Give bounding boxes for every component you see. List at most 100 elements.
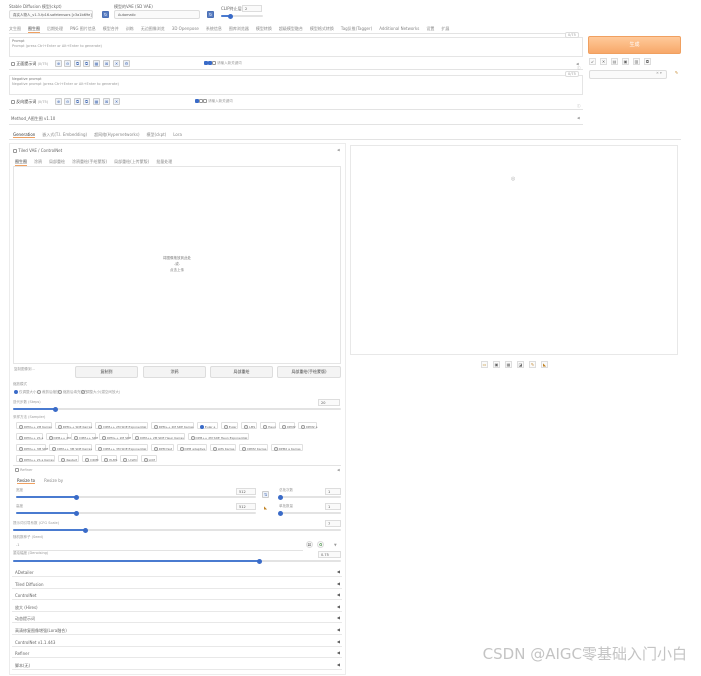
steps-slider[interactable] [13, 406, 341, 412]
image-tab-0[interactable]: 图生图 [15, 159, 27, 166]
tab-resize-to[interactable]: Resize to [17, 478, 36, 484]
arrow-icon[interactable]: ↙ [589, 58, 596, 65]
helper-trash-icon[interactable]: ✕ [113, 60, 120, 67]
copy-to-button[interactable]: 复制到 [75, 366, 138, 378]
sub-tab-0[interactable]: Generation [13, 132, 36, 138]
open-folder-icon[interactable]: ▭ [481, 361, 488, 368]
swap-dimensions-icon[interactable]: ⇅ [262, 491, 269, 498]
sampler-option[interactable]: DPM++ 2M SDE Heun Exponential [187, 433, 250, 440]
batch-size-slider[interactable] [278, 510, 341, 516]
main-tab-4[interactable]: 模型合并 [103, 26, 119, 33]
sampler-option[interactable]: DPM++ 2M SDE Exponential [95, 422, 148, 429]
accordion-item[interactable]: 放大 (Hires) ◀ [12, 602, 342, 612]
trash-icon[interactable]: ✕ [600, 58, 607, 65]
sampler-option[interactable]: DPM++ SDE Karras [54, 422, 93, 429]
accordion-item[interactable]: 脚本(无) ◀ [12, 660, 342, 670]
height-slider[interactable] [16, 510, 256, 516]
image-tab-4[interactable]: 局部重绘(上传蒙版) [114, 159, 149, 166]
denoise-slider[interactable] [13, 558, 341, 564]
steps-input[interactable]: 20 [318, 399, 340, 406]
image-tab-3[interactable]: 涂鸦重绘(手绘蒙版) [72, 159, 107, 166]
main-tab-13[interactable]: Tag反推(Tagger) [341, 26, 372, 33]
seed-extra-chevron-icon[interactable]: ▼ [334, 543, 337, 547]
sampler-option[interactable]: DPM2 Karras [239, 444, 268, 451]
prompt-input[interactable]: Prompt (press Ctrl+Enter or Alt+Enter to… [12, 44, 102, 48]
batch-count-input[interactable]: 1 [325, 488, 341, 495]
send-inpaint-icon[interactable]: ✎ [529, 361, 536, 368]
helper-icon-2[interactable]: ⊖ [64, 60, 71, 67]
width-slider[interactable] [16, 494, 256, 500]
helper-gear-icon[interactable]: ⚙ [123, 60, 130, 67]
main-tab-6[interactable]: 无边图像浏览 [141, 26, 165, 33]
sampler-option[interactable]: DPM++ 2S a [16, 433, 43, 440]
helper-icon-1[interactable]: ⊕ [55, 60, 62, 67]
helper-icon-6[interactable]: ⊠ [103, 60, 110, 67]
sampler-option[interactable]: DPM2 a [298, 422, 318, 429]
accordion-item[interactable]: 高清修复图像增强(Lora融合) ◀ [12, 625, 342, 635]
seed-input[interactable]: -1 [16, 543, 20, 547]
main-tab-15[interactable]: 设置 [426, 26, 434, 33]
image-tab-1[interactable]: 涂鸦 [34, 159, 42, 166]
sampler-option[interactable]: Restart [58, 455, 80, 462]
generate-button[interactable]: 生成 [588, 36, 681, 54]
cfg-slider[interactable] [13, 527, 341, 533]
main-tab-14[interactable]: Additional Networks [379, 26, 419, 33]
sampler-option[interactable]: LMS [241, 422, 258, 429]
sampler-option[interactable]: DPM++ 2M Karras [16, 422, 52, 429]
ruler-icon[interactable]: ◣ [262, 505, 269, 512]
clipboard-icon[interactable]: ▤ [611, 58, 618, 65]
accordion-item[interactable]: ControlNet v1.1.443 ◀ [12, 637, 342, 647]
main-tab-16[interactable]: 扩展 [441, 26, 449, 33]
sampler-option[interactable]: LMS Karras [209, 444, 237, 451]
neg-helper-icon-6[interactable]: ⊠ [103, 98, 110, 105]
positive-extra[interactable]: 请输入新关键词 [204, 61, 242, 66]
accordion-item[interactable]: ControlNet ◀ [12, 590, 342, 601]
sampler-option[interactable]: DPM++ 2M [45, 433, 71, 440]
refiner-toggle[interactable]: Refiner [15, 468, 33, 472]
main-tab-12[interactable]: 模型格式转换 [310, 26, 334, 33]
send-extras-icon[interactable]: ◣ [541, 361, 548, 368]
main-tab-5[interactable]: 训练 [126, 26, 134, 33]
checkpoint-select[interactable]: 真实人物人_v1.3-fp16.safetensors [c3a1b69e] [9, 10, 93, 19]
main-tab-11[interactable]: 超级模型融合 [279, 26, 303, 33]
batch-size-input[interactable]: 1 [325, 503, 341, 510]
send-img2img-icon[interactable]: ◪ [517, 361, 524, 368]
helper-icon-3[interactable]: ⧉ [74, 60, 81, 67]
refresh-icon[interactable]: ↻ [102, 11, 109, 18]
sampler-option[interactable]: UniPC [120, 455, 138, 462]
neg-helper-icon-2[interactable]: ⊖ [64, 98, 71, 105]
image-tab-2[interactable]: 局部重绘 [49, 159, 65, 166]
neg-helper-trash-icon[interactable]: ✕ [113, 98, 120, 105]
main-tab-9[interactable]: 图库浏览器 [229, 26, 249, 33]
sampler-option[interactable]: DPM++ 3M SDE [16, 444, 48, 451]
sampler-option[interactable]: DPM++ 2S a Karras [16, 455, 56, 462]
sub-tab-3[interactable]: 模型(ckpt) [147, 132, 167, 138]
refresh-vae-icon[interactable]: ↻ [207, 11, 214, 18]
zip-icon[interactable]: ▦ [505, 361, 512, 368]
sampler-option[interactable]: DPM++ 3M SDE Karras [49, 444, 93, 451]
save-style-icon[interactable]: ▣ [622, 58, 629, 65]
clip-slider[interactable] [221, 13, 263, 19]
dice-icon[interactable]: ⚄ [306, 541, 313, 548]
sampler-option[interactable]: LCM [140, 455, 157, 462]
sampler-option[interactable]: DPM++ 3M SDE Exponential [95, 444, 148, 451]
main-tab-10[interactable]: 模型转换 [256, 26, 272, 33]
negative-extra[interactable]: 请输入新关键词 [195, 99, 233, 104]
vae-select[interactable]: Automatic [114, 10, 200, 19]
sampler-option[interactable]: DPM fast [150, 444, 174, 451]
main-tab-1[interactable]: 图生图 [28, 26, 40, 33]
resize-option-0[interactable]: 仅调整大小 [14, 390, 37, 395]
sampler-option[interactable]: DPM++ SDE [71, 433, 98, 440]
sampler-option[interactable]: Heun [260, 422, 277, 429]
main-tab-7[interactable]: 3D Openpose [172, 26, 199, 33]
sampler-option[interactable]: PLMS [101, 455, 118, 462]
helper-icon-5[interactable]: ▦ [93, 60, 100, 67]
sampler-option[interactable]: DPM2 a Karras [270, 444, 303, 451]
accordion-item[interactable]: Tiled Diffusion ◀ [12, 579, 342, 589]
sampler-option[interactable]: DPM++ 2M SDE [98, 433, 131, 440]
sub-tab-2[interactable]: 超网络(Hypernetworks) [94, 132, 139, 138]
height-input[interactable]: 512 [236, 503, 256, 510]
sub-tab-4[interactable]: Lora [173, 132, 182, 138]
model-note-collapse-icon[interactable]: ◀ [577, 116, 580, 120]
neg-helper-icon-4[interactable]: ⧉ [83, 98, 90, 105]
